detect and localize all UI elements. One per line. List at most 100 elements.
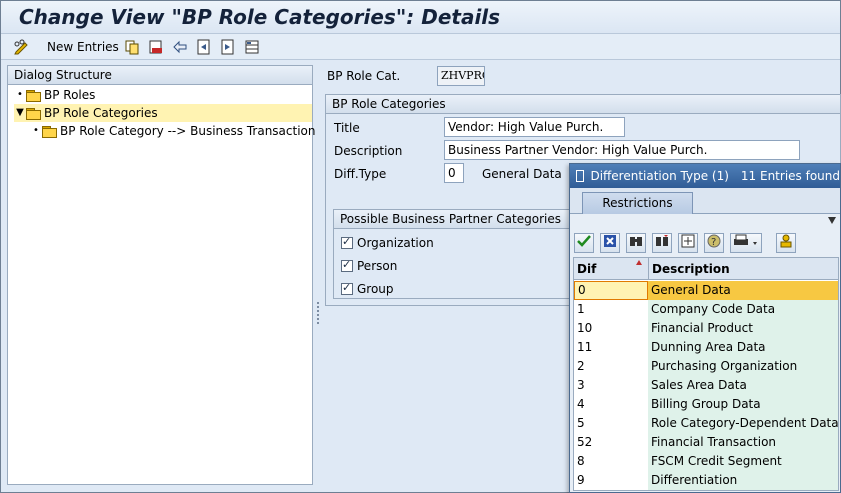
change-display-button[interactable] bbox=[13, 38, 29, 56]
cell-description: Role Category-Dependent Data bbox=[648, 414, 838, 433]
checkbox-label: Person bbox=[357, 259, 398, 273]
title-label: Title bbox=[334, 121, 360, 135]
cell-description: Differentiation bbox=[648, 471, 838, 490]
cell-dif: 8 bbox=[574, 452, 648, 471]
copy-icon bbox=[125, 40, 139, 55]
table-row[interactable]: 2 Purchasing Organization bbox=[574, 357, 838, 376]
popup-title-bar[interactable]: Differentiation Type (1) 11 Entries foun… bbox=[570, 164, 840, 188]
help-button[interactable]: ? bbox=[704, 233, 724, 253]
entries-count: 11 Entries found bbox=[740, 169, 840, 183]
popup-title: Differentiation Type (1) bbox=[590, 169, 729, 183]
cell-description: Financial Transaction bbox=[648, 433, 838, 452]
checkbox-label: Group bbox=[357, 282, 394, 296]
tab-restrictions[interactable]: Restrictions bbox=[582, 192, 693, 214]
cell-dif: 4 bbox=[574, 395, 648, 414]
tree-bullet-icon: • bbox=[17, 89, 23, 100]
cell-description: General Data bbox=[648, 281, 838, 300]
continue-button[interactable] bbox=[574, 233, 594, 253]
check-icon bbox=[577, 235, 591, 247]
checkbox-checked-icon[interactable] bbox=[341, 235, 353, 249]
checkbox-organization[interactable]: Organization bbox=[341, 235, 434, 250]
undo-icon bbox=[173, 40, 187, 54]
folder-icon bbox=[42, 125, 57, 138]
checkbox-person[interactable]: Person bbox=[341, 258, 398, 273]
cell-description: Purchasing Organization bbox=[648, 357, 838, 376]
group-header: BP Role Categories bbox=[326, 95, 840, 114]
cancel-button[interactable] bbox=[600, 233, 620, 253]
table-row[interactable]: 52 Financial Transaction bbox=[574, 433, 838, 452]
popup-toolbar: ? bbox=[570, 231, 840, 255]
checkbox-label: Organization bbox=[357, 236, 434, 250]
cell-dif: 11 bbox=[574, 338, 648, 357]
find-button[interactable] bbox=[626, 233, 646, 253]
personal-list-button[interactable] bbox=[776, 233, 796, 253]
find-next-button[interactable] bbox=[652, 233, 672, 253]
cell-description: Sales Area Data bbox=[648, 376, 838, 395]
cell-dif: 52 bbox=[574, 433, 648, 452]
tree-item-label: BP Role Category --> Business Transactio… bbox=[60, 124, 316, 138]
diff-type-input[interactable]: 0 bbox=[444, 163, 464, 183]
diff-type-label: Diff.Type bbox=[334, 167, 387, 181]
checkbox-checked-icon[interactable] bbox=[341, 281, 353, 295]
select-all-button[interactable] bbox=[678, 233, 698, 253]
copy-as-button[interactable] bbox=[124, 38, 140, 56]
popup-window-icon bbox=[576, 170, 585, 182]
tree-item-label: BP Roles bbox=[44, 88, 96, 102]
tree-item-bp-role-categories[interactable]: ▼ BP Role Categories bbox=[14, 104, 312, 122]
table-row[interactable]: 1 Company Code Data bbox=[574, 300, 838, 319]
cell-description: Billing Group Data bbox=[648, 395, 838, 414]
delete-icon bbox=[149, 40, 162, 54]
panel-splitter[interactable] bbox=[316, 300, 320, 330]
cell-dif: 0 bbox=[574, 281, 648, 300]
bp-role-cat-label: BP Role Cat. bbox=[327, 69, 401, 83]
tree-item-role-category-business-transaction[interactable]: • BP Role Category --> Business Transact… bbox=[30, 122, 316, 140]
delete-button[interactable] bbox=[148, 38, 164, 56]
value-help-popup: Differentiation Type (1) 11 Entries foun… bbox=[569, 163, 841, 493]
table-row[interactable]: 9 Differentiation bbox=[574, 471, 838, 490]
open-folder-icon bbox=[26, 107, 41, 120]
cell-dif: 5 bbox=[574, 414, 648, 433]
expanded-arrow-icon[interactable]: ▼ bbox=[14, 104, 26, 122]
table-row[interactable]: 8 FSCM Credit Segment bbox=[574, 452, 838, 471]
application-toolbar: New Entries bbox=[1, 34, 840, 60]
previous-entry-button[interactable] bbox=[196, 38, 212, 56]
page-title: Change View "BP Role Categories": Detail… bbox=[19, 5, 501, 29]
new-entries-button[interactable]: New Entries bbox=[41, 38, 119, 56]
tree-bullet-icon: • bbox=[33, 125, 39, 136]
table-row[interactable]: 3 Sales Area Data bbox=[574, 376, 838, 395]
checkbox-group[interactable]: Group bbox=[341, 281, 394, 296]
cell-description: FSCM Credit Segment bbox=[648, 452, 838, 471]
popup-tabstrip: Restrictions bbox=[570, 188, 840, 214]
table-row[interactable]: 10 Financial Product bbox=[574, 319, 838, 338]
table-row[interactable]: 0 General Data bbox=[574, 281, 838, 300]
dialog-structure-panel: Dialog Structure • BP Roles ▼ BP Role Ca… bbox=[7, 65, 316, 485]
cell-dif: 1 bbox=[574, 300, 648, 319]
diff-type-text: General Data bbox=[482, 167, 562, 181]
find-next-icon bbox=[656, 235, 668, 246]
select-all-button[interactable] bbox=[244, 38, 260, 56]
print-button[interactable] bbox=[730, 233, 762, 253]
description-input[interactable]: Business Partner Vendor: High Value Purc… bbox=[444, 140, 800, 160]
previous-entry-icon bbox=[197, 39, 210, 55]
checkbox-checked-icon[interactable] bbox=[341, 258, 353, 272]
table-row[interactable]: 11 Dunning Area Data bbox=[574, 338, 838, 357]
help-icon: ? bbox=[707, 234, 721, 248]
undo-change-button[interactable] bbox=[172, 38, 188, 56]
title-input[interactable]: Vendor: High Value Purch. bbox=[444, 117, 625, 137]
column-header-description[interactable]: Description bbox=[648, 258, 838, 280]
cell-description: Dunning Area Data bbox=[648, 338, 838, 357]
tree-item-bp-roles[interactable]: • BP Roles bbox=[14, 86, 95, 104]
next-entry-icon bbox=[221, 39, 234, 55]
expand-restrictions-icon[interactable] bbox=[828, 217, 836, 224]
bp-role-cat-field: ZHVPRC bbox=[437, 66, 485, 86]
tree-item-label: BP Role Categories bbox=[44, 106, 158, 120]
table-row[interactable]: 5 Role Category-Dependent Data bbox=[574, 414, 838, 433]
table-row[interactable]: 4 Billing Group Data bbox=[574, 395, 838, 414]
person-icon bbox=[780, 234, 792, 248]
title-bar: Change View "BP Role Categories": Detail… bbox=[1, 1, 840, 34]
next-entry-button[interactable] bbox=[220, 38, 236, 56]
result-list-table: Dif Description 0 General Data 1 Company… bbox=[573, 257, 839, 491]
print-icon bbox=[734, 234, 757, 245]
cell-dif: 9 bbox=[574, 471, 648, 490]
cell-dif: 10 bbox=[574, 319, 648, 338]
